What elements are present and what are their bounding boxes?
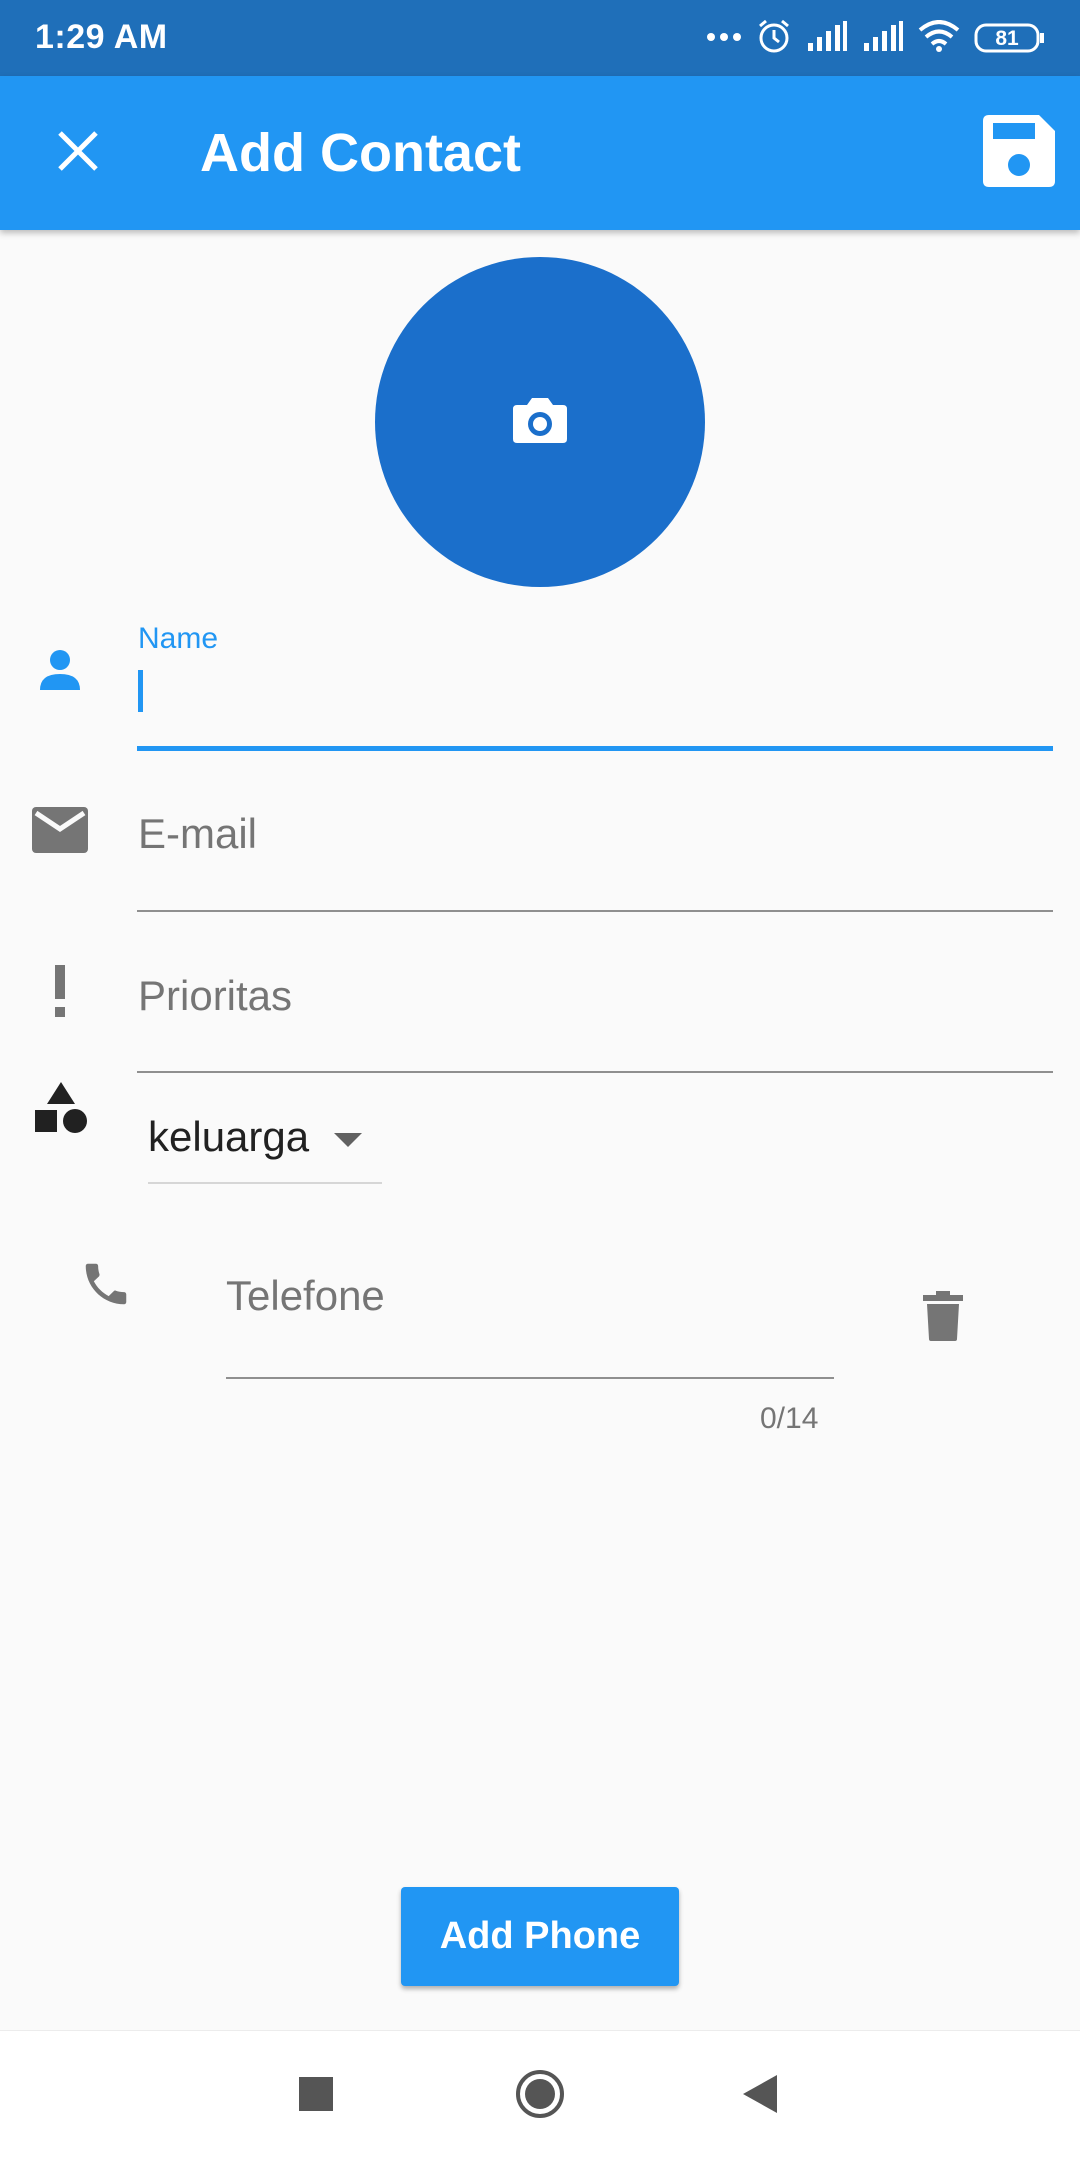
email-input-underline	[137, 910, 1053, 912]
category-selected-value: keluarga	[148, 1113, 310, 1160]
phone-input-underline	[226, 1377, 834, 1379]
system-nav-bar	[0, 2030, 1080, 2161]
home-icon	[514, 2068, 566, 2125]
priority-input[interactable]: Prioritas	[138, 958, 1052, 1038]
category-dropdown-underline	[148, 1182, 382, 1184]
phone-icon	[76, 1254, 136, 1314]
signal-icon	[806, 20, 848, 56]
email-input-placeholder: E-mail	[138, 810, 258, 857]
person-icon	[30, 640, 90, 700]
home-button[interactable]	[500, 2056, 580, 2136]
recent-apps-button[interactable]	[276, 2056, 356, 2136]
phone-input-placeholder: Telefone	[226, 1272, 385, 1319]
page-title: Add Contact	[200, 123, 521, 183]
dropdown-arrow-icon[interactable]	[334, 1133, 362, 1147]
mail-icon	[30, 800, 90, 860]
add-phone-button[interactable]: Add Phone	[401, 1887, 679, 1986]
app-bar: Add Contact	[0, 76, 1080, 230]
save-icon	[981, 113, 1057, 194]
status-icons: 81	[706, 16, 1046, 60]
close-button[interactable]	[40, 115, 116, 191]
priority-input-placeholder: Prioritas	[138, 972, 293, 1019]
email-input[interactable]: E-mail	[138, 796, 1052, 876]
signal-icon	[862, 20, 904, 56]
name-input-underline	[137, 746, 1053, 751]
more-dots-icon	[706, 29, 742, 47]
contact-photo-picker[interactable]	[375, 257, 705, 587]
camera-icon	[511, 395, 569, 450]
status-time: 1:29 AM	[35, 18, 168, 56]
delete-phone-button[interactable]	[905, 1280, 981, 1356]
alarm-icon	[756, 18, 792, 59]
exclamation-icon	[30, 962, 90, 1022]
status-bar: 1:29 AM 81	[0, 0, 1080, 76]
battery-level: 81	[995, 27, 1019, 50]
back-button[interactable]	[720, 2056, 800, 2136]
priority-input-underline	[137, 1071, 1053, 1073]
wifi-icon	[918, 19, 960, 57]
back-icon	[743, 2074, 777, 2118]
trash-icon	[923, 1290, 963, 1346]
text-cursor	[138, 670, 143, 712]
recent-apps-icon	[299, 2076, 333, 2116]
phone-char-counter: 0/14	[760, 1402, 819, 1435]
phone-input[interactable]: Telefone	[226, 1258, 834, 1338]
name-input[interactable]	[138, 660, 1052, 740]
name-field-label: Name	[138, 622, 219, 655]
close-icon	[56, 129, 100, 178]
battery-icon: 81	[974, 22, 1046, 54]
category-shapes-icon	[32, 1078, 90, 1138]
save-button[interactable]	[976, 110, 1062, 196]
